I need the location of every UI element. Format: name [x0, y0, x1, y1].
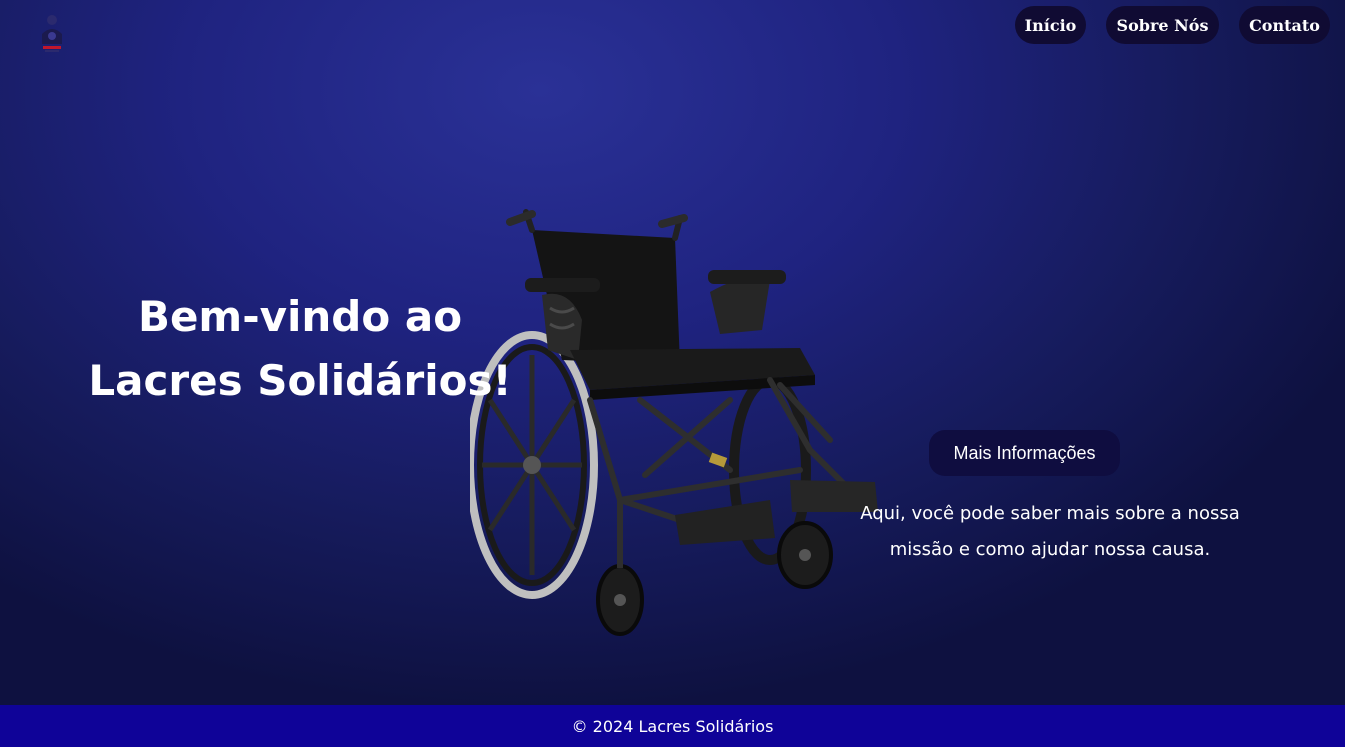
nav-inicio-button[interactable]: Início	[1015, 6, 1086, 44]
info-text-line-1: Aqui, você pode saber mais sobre a nossa	[860, 503, 1240, 524]
info-text: Aqui, você pode saber mais sobre a nossa…	[830, 496, 1270, 568]
more-info-button[interactable]: Mais Informações	[929, 430, 1120, 476]
wheelchair-image	[466, 200, 890, 640]
nav-contato-button[interactable]: Contato	[1239, 6, 1330, 44]
hero-title-line-1: Bem-vindo ao	[137, 292, 463, 341]
logo-icon[interactable]	[32, 10, 72, 58]
main-nav: Início Sobre Nós Contato	[1015, 6, 1330, 44]
hero-title: Bem-vindo ao Lacres Solidários!	[80, 285, 520, 413]
hero-title-line-2: Lacres Solidários!	[88, 356, 512, 405]
footer: © 2024 Lacres Solidários	[0, 705, 1345, 747]
info-text-line-2: missão e como ajudar nossa causa.	[889, 539, 1211, 560]
nav-sobre-nos-button[interactable]: Sobre Nós	[1106, 6, 1219, 44]
footer-copyright: © 2024 Lacres Solidários	[571, 716, 774, 736]
